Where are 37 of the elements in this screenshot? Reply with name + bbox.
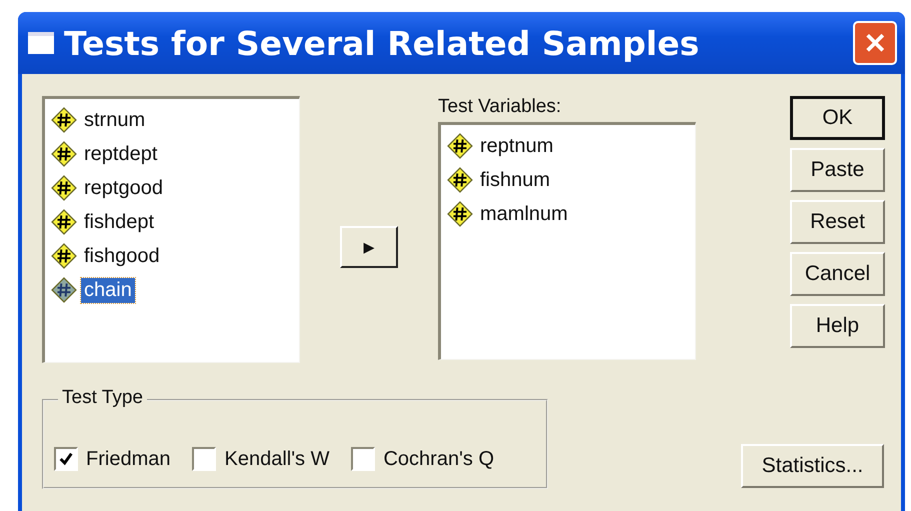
variable-item[interactable]: reptnum — [447, 129, 689, 163]
dialog-button[interactable]: Paste — [790, 148, 885, 192]
variable-item[interactable]: reptgood — [51, 171, 293, 205]
group-title: Test Type — [58, 387, 147, 409]
statistics-button[interactable]: Statistics... — [741, 444, 884, 488]
variable-item[interactable]: fishgood — [51, 239, 293, 273]
checkbox[interactable] — [192, 447, 216, 471]
scale-variable-icon — [51, 277, 77, 303]
variable-item[interactable]: fishnum — [447, 163, 689, 197]
scale-variable-icon — [51, 243, 77, 269]
checkbox[interactable] — [54, 447, 78, 471]
scale-variable-icon — [447, 201, 473, 227]
dialog-button[interactable]: OK — [790, 96, 885, 140]
checkbox-option[interactable]: Cochran's Q — [351, 447, 494, 471]
variable-item[interactable]: chain — [51, 273, 293, 307]
scale-variable-icon — [51, 141, 77, 167]
scale-variable-icon — [447, 133, 473, 159]
checkbox-option[interactable]: Friedman — [54, 447, 170, 471]
checkbox[interactable] — [351, 447, 376, 471]
window-icon — [28, 32, 54, 54]
window-title: Tests for Several Related Samples — [64, 24, 700, 62]
scale-variable-icon — [51, 209, 77, 235]
scale-variable-icon — [51, 175, 77, 201]
variable-item[interactable]: mamlnum — [447, 197, 689, 231]
variable-item[interactable]: strnum — [51, 103, 293, 137]
dialog-button[interactable]: Cancel — [790, 252, 885, 296]
scale-variable-icon — [51, 107, 77, 133]
variable-item[interactable]: fishdept — [51, 205, 293, 239]
scale-variable-icon — [447, 167, 473, 193]
check-icon — [58, 451, 74, 467]
move-button[interactable]: ▸ — [340, 226, 398, 268]
list-label: Test Variables: — [438, 96, 562, 119]
variable-item[interactable]: reptdept — [51, 137, 293, 171]
close-button[interactable]: ✕ — [853, 21, 897, 65]
dialog-button[interactable]: Reset — [790, 200, 885, 244]
checkbox-option[interactable]: Kendall's W — [192, 447, 330, 471]
dialog-button[interactable]: Help — [790, 304, 885, 348]
